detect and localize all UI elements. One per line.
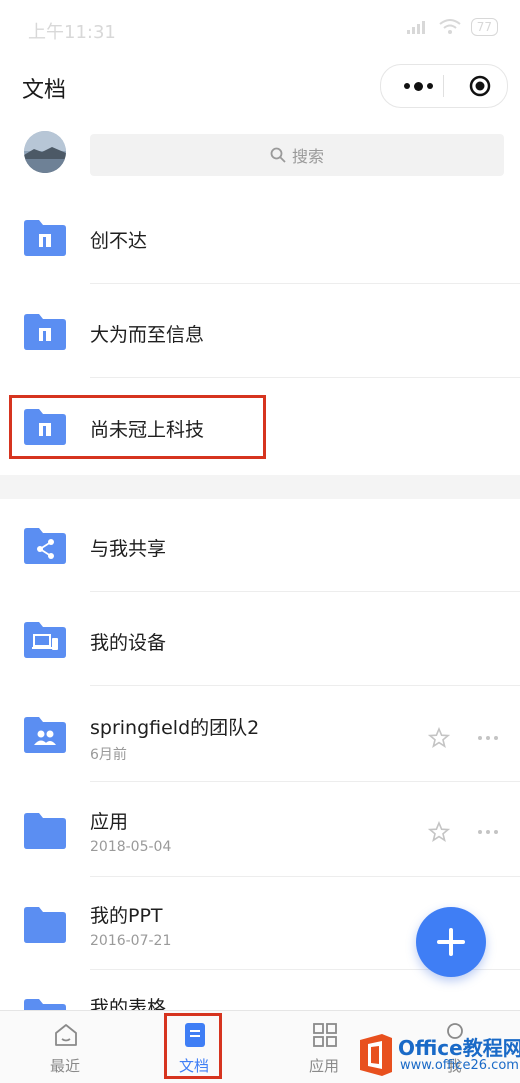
- mini-program-capsule: [380, 64, 508, 108]
- close-target-icon[interactable]: [469, 75, 491, 97]
- folder-icon: [24, 907, 66, 943]
- list-item[interactable]: 应用 2018-05-04: [0, 782, 520, 877]
- battery-indicator: 77: [470, 18, 498, 36]
- search-row: 搜索: [0, 126, 520, 186]
- folder-name: 创不达: [90, 230, 148, 252]
- shared-folder-icon: [24, 528, 66, 564]
- list-item[interactable]: 大为而至信息: [0, 284, 520, 378]
- folder-name: 应用: [90, 811, 129, 833]
- folder-name: 我的设备: [90, 632, 167, 654]
- tab-recent[interactable]: 最近: [5, 1011, 125, 1083]
- watermark-title: Office教程网: [398, 1036, 520, 1060]
- star-icon[interactable]: [428, 727, 450, 749]
- search-placeholder: 搜索: [291, 147, 324, 166]
- folder-name: 大为而至信息: [90, 324, 205, 346]
- device-folder-icon: [24, 622, 66, 658]
- list-item[interactable]: 我的设备: [0, 592, 520, 686]
- avatar[interactable]: [24, 131, 66, 173]
- tab-label: 最近: [49, 1057, 80, 1075]
- apps-grid-icon: [313, 1023, 337, 1047]
- more-options-icon[interactable]: [478, 828, 502, 836]
- page-title: 文档: [22, 78, 67, 103]
- home-icon: [55, 1024, 77, 1046]
- annotation-tab-highlight: [164, 1013, 222, 1079]
- add-button[interactable]: [416, 907, 486, 977]
- watermark-url: www.office26.com: [400, 1058, 519, 1073]
- search-icon: [270, 147, 286, 163]
- list-item[interactable]: 与我共享: [0, 499, 520, 592]
- folder-name: 我的表格: [90, 997, 167, 1010]
- title-bar: 文档: [0, 58, 520, 116]
- more-options-icon[interactable]: [478, 734, 502, 742]
- annotation-highlight-box: [9, 395, 266, 459]
- folder-name: 与我共享: [90, 538, 167, 560]
- folder-date: 2018-05-04: [90, 839, 172, 855]
- folder-icon: [24, 999, 66, 1010]
- status-bar: 上午11:31 77: [0, 0, 520, 58]
- status-time: 上午11:31: [28, 22, 116, 43]
- folder-name: 我的PPT: [90, 905, 163, 927]
- wifi-icon: [439, 19, 461, 34]
- team-folder-icon: [24, 314, 66, 350]
- status-icons: 77: [406, 18, 498, 36]
- office-logo-icon: [360, 1034, 392, 1076]
- more-menu-button[interactable]: [395, 65, 441, 107]
- list-item[interactable]: springfield的团队2 6月前: [0, 686, 520, 782]
- team-folder-icon: [24, 220, 66, 256]
- folder-name: springfield的团队2: [90, 717, 260, 739]
- folder-date: 2016-07-21: [90, 933, 172, 949]
- section-divider: [0, 475, 520, 499]
- group-folder-icon: [24, 717, 66, 753]
- folder-icon: [24, 813, 66, 849]
- star-icon[interactable]: [428, 821, 450, 843]
- watermark: Office教程网 www.office26.com: [354, 1028, 520, 1082]
- list-item[interactable]: 创不达: [0, 192, 520, 284]
- folder-date: 6月前: [90, 747, 127, 763]
- signal-icon: [406, 21, 425, 34]
- search-input[interactable]: 搜索: [90, 134, 504, 176]
